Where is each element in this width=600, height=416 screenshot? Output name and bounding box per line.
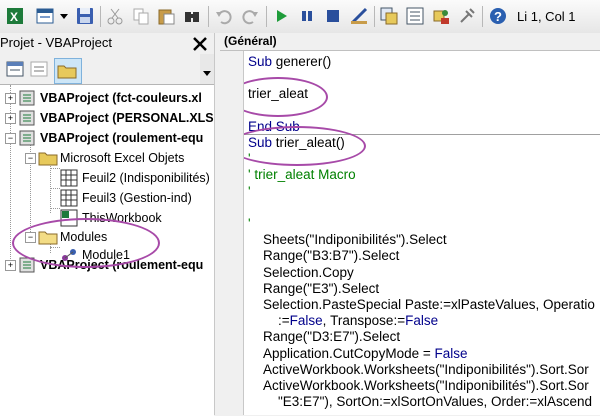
view-code-icon[interactable] xyxy=(6,60,24,78)
insert-userform-icon[interactable] xyxy=(36,7,54,25)
code-line[interactable]: Sub generer() xyxy=(248,54,331,69)
design-mode-icon[interactable] xyxy=(350,7,368,25)
code-text: "E3:E7"), SortOn:=xlSortOnValues, Order:… xyxy=(248,394,592,410)
code-line[interactable]: :=False, Transpose:=False xyxy=(248,313,438,328)
dropdown-arrow-icon[interactable] xyxy=(59,7,69,25)
code-margin[interactable] xyxy=(220,51,244,415)
tree-node[interactable]: + VBAProject (fct-couleurs.xl xyxy=(0,88,214,108)
tree-node[interactable]: + VBAProject (PERSONAL.XLS xyxy=(0,108,214,128)
annotation-ellipse xyxy=(244,77,328,117)
code-text: generer() xyxy=(275,54,332,69)
code-line[interactable]: ' xyxy=(248,216,251,231)
vba-project-icon xyxy=(19,90,35,106)
save-icon[interactable] xyxy=(76,7,94,25)
code-line[interactable]: ActiveWorkbook.Worksheets("Indiponibilit… xyxy=(248,362,589,377)
code-text: , Transpose:= xyxy=(322,313,406,329)
find-icon[interactable] xyxy=(183,7,201,25)
code-editor[interactable]: Sub generer() trier_aleat End Sub Sub trier… xyxy=(244,51,600,415)
code-line[interactable]: Application.CutCopyMode = False xyxy=(248,346,468,361)
code-line[interactable]: Selection.Copy xyxy=(248,265,354,280)
tree-node[interactable]: − Microsoft Excel Objets xyxy=(0,148,214,168)
svg-text:?: ? xyxy=(494,9,502,24)
project-explorer-titlebar: Projet - VBAProject xyxy=(0,33,214,54)
expand-icon[interactable]: + xyxy=(5,93,16,104)
worksheet-icon xyxy=(60,169,78,187)
collapse-icon[interactable]: − xyxy=(5,133,16,144)
break-icon[interactable] xyxy=(298,7,316,25)
annotation-ellipse xyxy=(244,126,366,166)
cut-icon[interactable] xyxy=(106,7,124,25)
tree-node[interactable]: Feuil3 (Gestion-ind) xyxy=(0,188,214,208)
worksheet-icon xyxy=(60,189,78,207)
svg-text:X: X xyxy=(10,10,18,24)
expand-icon[interactable]: + xyxy=(5,260,16,271)
project-explorer-title: Projet - VBAProject xyxy=(0,35,112,50)
code-keyword: False xyxy=(434,345,468,361)
code-text: Range("B3:B7").Select xyxy=(248,248,400,264)
code-keyword: Sub xyxy=(248,54,276,69)
project-explorer-toolbar xyxy=(0,54,214,84)
annotation-ellipse xyxy=(12,218,160,268)
code-comment: ' xyxy=(248,216,251,231)
vba-project-icon xyxy=(19,130,35,146)
tree-node[interactable]: − VBAProject (roulement-equ xyxy=(0,128,214,148)
redo-icon[interactable] xyxy=(241,7,259,25)
code-line[interactable]: "E3:E7"), SortOn:=xlSortOnValues, Order:… xyxy=(248,394,592,409)
expand-icon[interactable]: + xyxy=(5,113,16,124)
close-icon[interactable] xyxy=(190,34,210,54)
code-text: := xyxy=(248,313,290,329)
code-keyword: False xyxy=(289,313,323,329)
code-line[interactable]: ActiveWorkbook.Worksheets("Indiponibilit… xyxy=(248,378,589,393)
standard-toolbar: X ? Li 1, Col 1 xyxy=(0,0,600,34)
code-text: ActiveWorkbook.Worksheets("Indiponibilit… xyxy=(248,361,589,377)
code-keyword: False xyxy=(405,313,439,329)
vba-project-icon xyxy=(19,110,35,126)
object-browser-icon[interactable] xyxy=(432,7,450,25)
code-line[interactable]: Selection.PasteSpecial Paste:=xlPasteVal… xyxy=(248,297,595,312)
object-dropdown-value: (Général) xyxy=(224,34,277,48)
code-text: Range("D3:E7").Select xyxy=(248,329,401,345)
collapse-icon[interactable]: − xyxy=(25,153,36,164)
copy-icon[interactable] xyxy=(132,7,150,25)
excel-icon[interactable]: X xyxy=(6,7,24,25)
code-text: Range("E3").Select xyxy=(248,280,380,296)
code-text: ActiveWorkbook.Worksheets("Indiponibilit… xyxy=(248,378,589,393)
cursor-position-status: Li 1, Col 1 xyxy=(517,9,576,24)
undo-icon[interactable] xyxy=(215,7,233,25)
run-icon[interactable] xyxy=(272,7,290,25)
code-line[interactable]: ' xyxy=(248,184,251,199)
toggle-folders-icon[interactable] xyxy=(54,58,82,84)
code-text: Sheets("Indiponibilités").Select xyxy=(248,232,447,248)
tree-scroll-button[interactable] xyxy=(200,54,214,84)
project-tree: + VBAProject (fct-couleurs.xl + VBAProje… xyxy=(0,84,214,416)
properties-icon[interactable] xyxy=(406,7,424,25)
code-line[interactable]: Sheets("Indiponibilités").Select xyxy=(248,232,447,247)
code-text: Selection.Copy xyxy=(248,264,354,280)
help-icon[interactable]: ? xyxy=(489,7,507,25)
code-line[interactable]: ' trier_aleat Macro xyxy=(248,167,356,182)
paste-icon[interactable] xyxy=(157,7,175,25)
code-line[interactable]: Range("D3:E7").Select xyxy=(248,329,400,344)
code-comment: ' xyxy=(248,183,251,199)
project-explorer-icon[interactable] xyxy=(380,7,398,25)
object-dropdown[interactable]: (Général) xyxy=(220,33,600,51)
view-object-icon[interactable] xyxy=(30,60,48,78)
code-text: Application.CutCopyMode = xyxy=(248,345,435,361)
code-line[interactable]: Range("B3:B7").Select xyxy=(248,248,399,263)
toolbox-icon[interactable] xyxy=(458,7,476,25)
folder-icon xyxy=(38,152,58,166)
code-text: Selection.PasteSpecial Paste:=xlPasteVal… xyxy=(248,297,595,312)
code-comment: ' trier_aleat Macro xyxy=(248,167,356,183)
code-line[interactable]: Range("E3").Select xyxy=(248,281,379,296)
tree-node[interactable]: Feuil2 (Indisponibilités) xyxy=(0,168,214,188)
reset-icon[interactable] xyxy=(324,7,342,25)
